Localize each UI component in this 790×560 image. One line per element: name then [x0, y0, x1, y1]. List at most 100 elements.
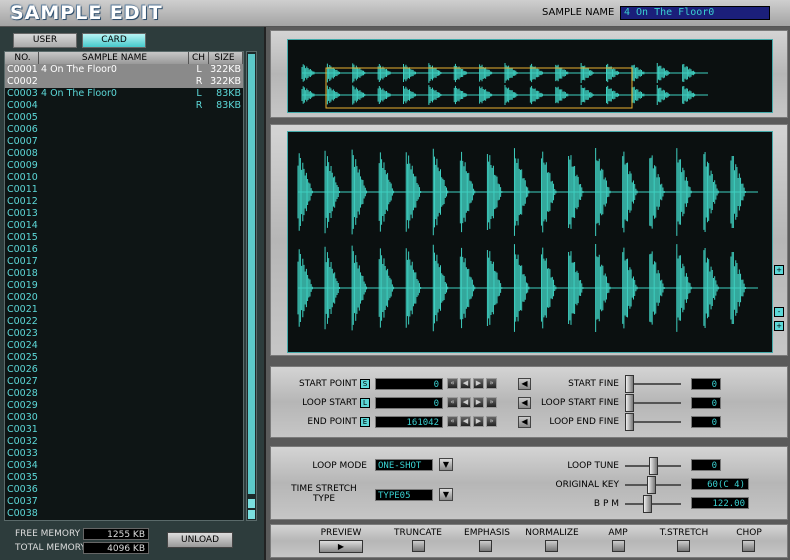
start-point-value[interactable]: 0 [375, 378, 443, 390]
end-point-value[interactable]: 161042 [375, 416, 443, 428]
list-item[interactable]: C0032 [5, 436, 243, 448]
list-item[interactable]: C0018 [5, 268, 243, 280]
loop-end-fine-slider[interactable] [625, 413, 681, 431]
list-item[interactable]: C0016 [5, 244, 243, 256]
start-point-nav-button[interactable]: ◀ [460, 378, 471, 389]
start-fine-slider[interactable] [625, 375, 681, 393]
normalize-button[interactable] [545, 540, 558, 552]
start-point-nav-button[interactable]: » [486, 378, 497, 389]
list-item[interactable]: C0030 [5, 412, 243, 424]
list-item[interactable]: C0038 [5, 508, 243, 520]
list-item[interactable]: C0037 [5, 496, 243, 508]
loop-start-nav-button[interactable]: ◀ [460, 397, 471, 408]
amp-button[interactable] [612, 540, 625, 552]
scroll-down-icon[interactable] [248, 510, 255, 519]
truncate-button[interactable] [412, 540, 425, 552]
list-item[interactable]: C0026 [5, 364, 243, 376]
emphasis-button[interactable] [479, 540, 492, 552]
detail-waveform[interactable] [287, 131, 773, 353]
list-item[interactable]: C0033 [5, 448, 243, 460]
list-item-name [39, 508, 189, 520]
start-point-nav-button[interactable]: « [447, 378, 458, 389]
list-item[interactable]: C0014 [5, 220, 243, 232]
list-item[interactable]: C0017 [5, 256, 243, 268]
loop-start-fine-value[interactable]: 0 [691, 397, 721, 409]
tab-user[interactable]: USER [13, 33, 77, 48]
list-item[interactable]: C0003 4 On The Floor0 L 83KB [5, 88, 243, 100]
list-item-ch: R [195, 76, 203, 87]
list-item[interactable]: C0011 [5, 184, 243, 196]
list-item[interactable]: C0007 [5, 136, 243, 148]
loop-mode-dropdown-icon[interactable]: ▼ [439, 458, 453, 471]
list-item[interactable]: C0035 [5, 472, 243, 484]
loop-start-nav-button[interactable]: ▶ [473, 397, 484, 408]
col-size[interactable]: SIZE [209, 52, 243, 64]
list-item[interactable]: C0002 R 322KB [5, 76, 243, 88]
start-point-nav-button[interactable]: ▶ [473, 378, 484, 389]
zoom-out-icon[interactable]: - [774, 307, 784, 317]
list-item[interactable]: C0034 [5, 460, 243, 472]
end-point-audition-button[interactable]: ◀ [518, 416, 531, 428]
scroll-up-icon[interactable] [248, 499, 255, 508]
col-sample-name[interactable]: SAMPLE NAME [39, 52, 189, 64]
start-point-audition-button[interactable]: ◀ [518, 378, 531, 390]
list-item[interactable]: C0024 [5, 340, 243, 352]
list-item[interactable]: C0015 [5, 232, 243, 244]
sample-name-field[interactable]: 4 On The Floor0 [620, 6, 770, 20]
list-item[interactable]: C0004 R 83KB [5, 100, 243, 112]
zoom-in-icon[interactable]: + [774, 265, 784, 275]
time-stretch-select[interactable]: TYPE05 [375, 489, 433, 501]
preview-button[interactable]: ▶ [319, 540, 363, 553]
list-item[interactable]: C0031 [5, 424, 243, 436]
list-item[interactable]: C0023 [5, 328, 243, 340]
list-item[interactable]: C0001 4 On The Floor0 L 322KB [5, 64, 243, 76]
list-item[interactable]: C0019 [5, 280, 243, 292]
original-key-value[interactable]: 60(C 4) [691, 478, 749, 490]
tstretch-button[interactable] [677, 540, 690, 552]
list-item[interactable]: C0008 [5, 148, 243, 160]
start-fine-value[interactable]: 0 [691, 378, 721, 390]
loop-start-audition-button[interactable]: ◀ [518, 397, 531, 409]
scroll-thumb[interactable] [248, 54, 255, 494]
loop-start-fine-slider[interactable] [625, 394, 681, 412]
bpm-value[interactable]: 122.00 [691, 497, 749, 509]
list-item[interactable]: C0021 [5, 304, 243, 316]
list-item[interactable]: C0010 [5, 172, 243, 184]
chop-button[interactable] [742, 540, 755, 552]
loop-start-nav-button[interactable]: » [486, 397, 497, 408]
loop-start-value[interactable]: 0 [375, 397, 443, 409]
list-item[interactable]: C0025 [5, 352, 243, 364]
end-point-nav-button[interactable]: ▶ [473, 416, 484, 427]
end-point-nav-button[interactable]: « [447, 416, 458, 427]
overview-waveform[interactable] [287, 39, 773, 113]
list-item[interactable]: C0009 [5, 160, 243, 172]
time-stretch-dropdown-icon[interactable]: ▼ [439, 488, 453, 501]
tab-card[interactable]: CARD [82, 33, 146, 48]
list-item[interactable]: C0020 [5, 292, 243, 304]
col-no[interactable]: NO. [5, 52, 39, 64]
loop-tune-slider[interactable] [625, 457, 681, 475]
end-point-nav-button[interactable]: ◀ [460, 416, 471, 427]
list-item[interactable]: C0022 [5, 316, 243, 328]
list-item[interactable]: C0027 [5, 376, 243, 388]
end-point-nav-button[interactable]: » [486, 416, 497, 427]
overview-waveform-svg[interactable] [288, 40, 772, 112]
list-item[interactable]: C0006 [5, 124, 243, 136]
zoom-fit-icon[interactable]: + [774, 321, 784, 331]
col-ch[interactable]: CH [189, 52, 209, 64]
original-key-slider[interactable] [625, 476, 681, 494]
loop-start-nav-button[interactable]: « [447, 397, 458, 408]
loop-mode-select[interactable]: ONE-SHOT [375, 459, 433, 471]
list-item[interactable]: C0036 [5, 484, 243, 496]
detail-waveform-svg[interactable] [288, 132, 772, 352]
list-item[interactable]: C0028 [5, 388, 243, 400]
loop-tune-value[interactable]: 0 [691, 459, 721, 471]
list-item[interactable]: C0005 [5, 112, 243, 124]
list-item[interactable]: C0012 [5, 196, 243, 208]
bpm-slider[interactable] [625, 495, 681, 513]
list-scrollbar[interactable] [246, 51, 257, 521]
list-item[interactable]: C0013 [5, 208, 243, 220]
loop-end-fine-value[interactable]: 0 [691, 416, 721, 428]
unload-button[interactable]: UNLOAD [167, 532, 233, 548]
list-item[interactable]: C0029 [5, 400, 243, 412]
